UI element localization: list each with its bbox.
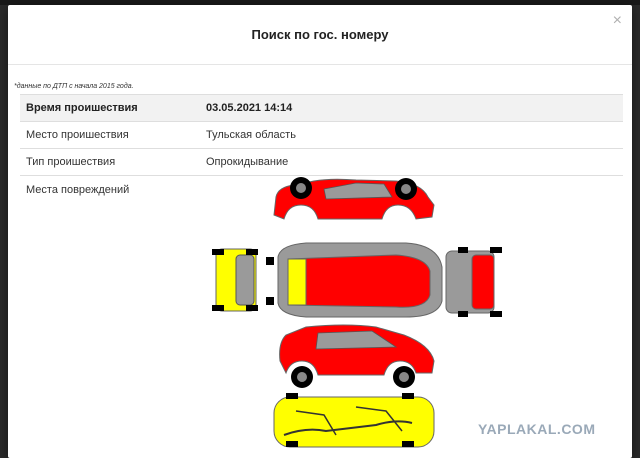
- accident-info-table: Время проишествия 03.05.2021 14:14 Место…: [20, 94, 623, 175]
- modal-header: Поиск по гос. номеру ×: [8, 5, 632, 65]
- row-label: Место проишествия: [20, 121, 200, 149]
- row-value: Опрокидывание: [200, 148, 623, 175]
- car-underside-view: [273, 393, 435, 448]
- damage-label: Места повреждений: [26, 184, 130, 196]
- car-front-view: [212, 248, 258, 312]
- modal-title: Поиск по гос. номеру: [251, 27, 389, 42]
- table-row: Тип проишествия Опрокидывание: [20, 148, 623, 175]
- row-label: Время проишествия: [20, 94, 200, 122]
- car-left-side: [273, 177, 435, 220]
- car-top-view: [266, 242, 443, 318]
- car-right-side: [279, 324, 435, 388]
- table-row: Время проишествия 03.05.2021 14:14: [20, 94, 623, 122]
- row-value: 03.05.2021 14:14: [200, 94, 623, 122]
- watermark: YAPLAKAL.COM: [478, 421, 596, 437]
- search-modal: Поиск по гос. номеру × *данные по ДТП с …: [8, 5, 632, 458]
- data-note: *данные по ДТП с начала 2015 года.: [14, 83, 134, 90]
- close-button[interactable]: ×: [613, 13, 622, 29]
- car-rear-view: [445, 247, 502, 317]
- car-damage-diagram: [212, 177, 502, 448]
- table-row: Место проишествия Тульская область: [20, 121, 623, 149]
- row-label: Тип проишествия: [20, 148, 200, 175]
- row-value: Тульская область: [200, 121, 623, 149]
